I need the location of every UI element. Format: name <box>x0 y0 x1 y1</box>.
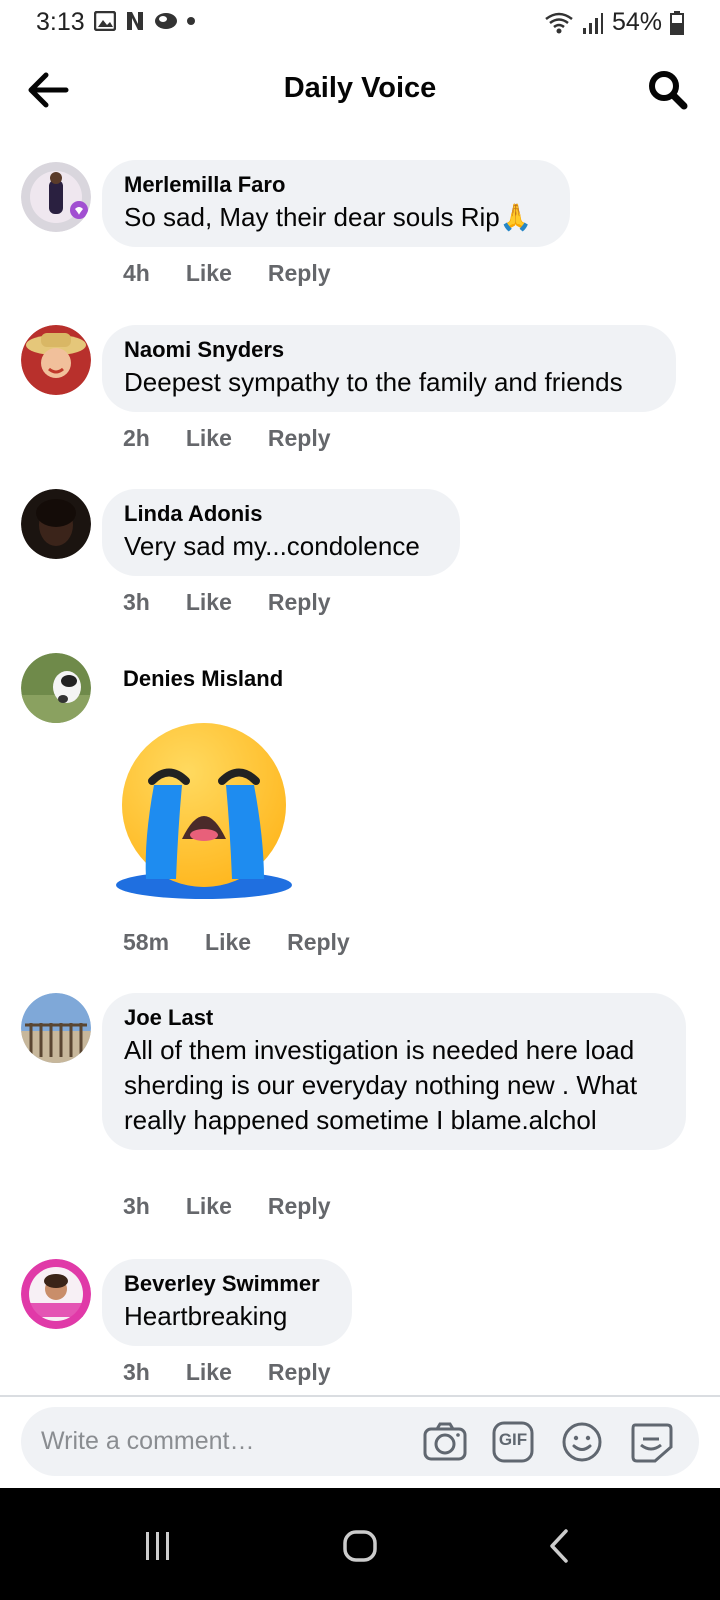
comment-author[interactable]: Linda Adonis <box>124 499 438 529</box>
comment-text: All of them investigation is needed here… <box>124 1035 638 1135</box>
home-icon <box>343 1530 377 1562</box>
netflix-icon <box>127 12 143 30</box>
like-button[interactable]: Like <box>186 589 232 616</box>
emoji-button[interactable] <box>561 1421 603 1463</box>
comment-text: Deepest sympathy to the family and frien… <box>124 367 623 397</box>
comment-time[interactable]: 3h <box>123 1359 150 1386</box>
signal-icon <box>582 12 603 34</box>
comment-bubble[interactable]: Joe Last All of them investigation is ne… <box>102 993 686 1150</box>
like-button[interactable]: Like <box>186 1193 232 1220</box>
reply-button[interactable]: Reply <box>268 425 331 452</box>
comment-author[interactable]: Beverley Swimmer <box>124 1269 330 1299</box>
comment-time[interactable]: 58m <box>123 929 169 956</box>
comment-input[interactable]: Write a comment… <box>41 1427 254 1456</box>
gif-label: GIF <box>498 1430 528 1449</box>
gallery-icon <box>94 11 116 31</box>
comment-author[interactable]: Merlemilla Faro <box>124 170 548 200</box>
crying-face-sticker[interactable] <box>114 719 294 903</box>
like-button[interactable]: Like <box>186 260 232 287</box>
app-header: Daily Voice <box>0 58 720 122</box>
comment-text: Very sad my...condolence <box>124 531 420 561</box>
reply-button[interactable]: Reply <box>268 260 331 287</box>
sticker-button[interactable] <box>629 1421 673 1463</box>
camera-button[interactable] <box>423 1421 467 1463</box>
reply-button[interactable]: Reply <box>268 1193 331 1220</box>
comment-bubble[interactable]: Linda Adonis Very sad my...condolence <box>102 489 460 576</box>
comment-composer[interactable]: Write a comment… GIF <box>21 1407 699 1476</box>
comment-time[interactable]: 2h <box>123 425 150 452</box>
like-button[interactable]: Like <box>186 425 232 452</box>
gif-button[interactable]: GIF <box>492 1421 534 1463</box>
wifi-icon <box>545 12 573 33</box>
status-bar: 3:13 54% <box>0 0 720 46</box>
comment-text: Heartbreaking <box>124 1301 288 1331</box>
nav-back-icon <box>550 1529 568 1563</box>
recent-apps-button[interactable] <box>128 1516 188 1576</box>
battery-percent: 54% <box>611 8 662 36</box>
avatar[interactable] <box>21 993 91 1063</box>
search-button[interactable] <box>646 68 690 112</box>
avatar[interactable] <box>21 325 91 395</box>
smiley-icon <box>562 1422 602 1462</box>
notification-app-icon <box>155 13 177 29</box>
sticker-icon <box>631 1423 673 1463</box>
dot-icon <box>187 17 195 25</box>
reply-button[interactable]: Reply <box>287 929 350 956</box>
nav-back-button[interactable] <box>530 1516 590 1576</box>
comment-author[interactable]: Naomi Snyders <box>124 335 654 365</box>
avatar[interactable] <box>21 653 91 723</box>
comment-author[interactable]: Denies Misland <box>123 664 283 694</box>
comment-time[interactable]: 4h <box>123 260 150 287</box>
avatar[interactable] <box>21 489 91 559</box>
comment-bubble[interactable]: Naomi Snyders Deepest sympathy to the fa… <box>102 325 676 412</box>
avatar[interactable] <box>21 162 91 232</box>
divider <box>0 1395 720 1397</box>
recent-apps-icon <box>146 1532 169 1560</box>
battery-icon <box>670 10 684 35</box>
like-button[interactable]: Like <box>186 1359 232 1386</box>
comment-time[interactable]: 3h <box>123 1193 150 1220</box>
reply-button[interactable]: Reply <box>268 589 331 616</box>
page-title: Daily Voice <box>283 72 437 104</box>
home-button[interactable] <box>330 1516 390 1576</box>
avatar[interactable] <box>21 1259 91 1329</box>
camera-icon <box>423 1422 467 1461</box>
comment-bubble[interactable]: Merlemilla Faro So sad, May their dear s… <box>102 160 570 247</box>
comment-author[interactable]: Joe Last <box>124 1003 660 1033</box>
like-button[interactable]: Like <box>205 929 251 956</box>
comment-time[interactable]: 3h <box>123 589 150 616</box>
search-icon <box>649 71 688 110</box>
status-time: 3:13 <box>36 8 85 36</box>
comment-text: So sad, May their dear souls Rip🙏 <box>124 202 533 232</box>
system-nav-bar <box>0 1488 720 1600</box>
comment-bubble[interactable]: Beverley Swimmer Heartbreaking <box>102 1259 352 1346</box>
reply-button[interactable]: Reply <box>268 1359 331 1386</box>
